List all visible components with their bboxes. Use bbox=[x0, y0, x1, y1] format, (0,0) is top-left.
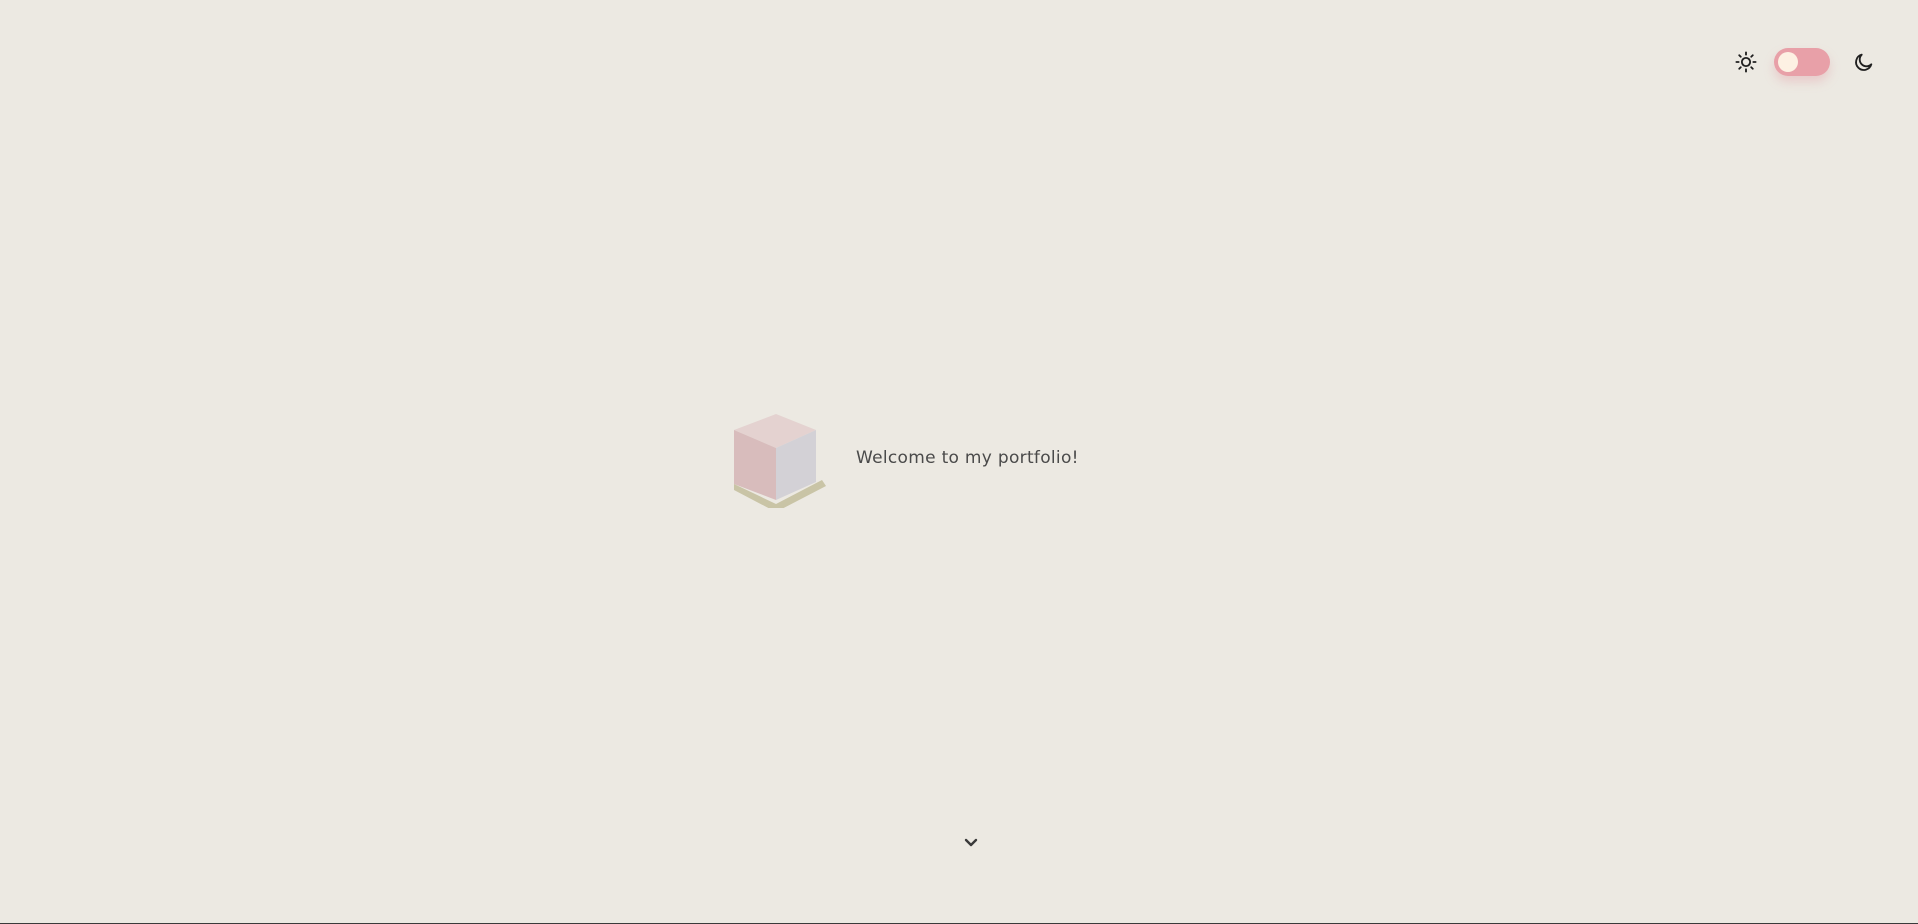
theme-toggle-knob bbox=[1778, 52, 1798, 72]
moon-icon[interactable] bbox=[1848, 46, 1880, 78]
sun-icon[interactable] bbox=[1730, 46, 1762, 78]
welcome-text: Welcome to my portfolio! bbox=[856, 448, 1079, 468]
page: Welcome to my portfolio! bbox=[0, 0, 1918, 924]
hero: Welcome to my portfolio! bbox=[730, 408, 1079, 508]
cube-logo bbox=[734, 414, 826, 508]
scroll-down-button[interactable] bbox=[962, 834, 980, 852]
chevron-down-icon bbox=[964, 838, 978, 847]
theme-toggle[interactable] bbox=[1774, 48, 1830, 76]
theme-switch bbox=[1730, 46, 1880, 78]
